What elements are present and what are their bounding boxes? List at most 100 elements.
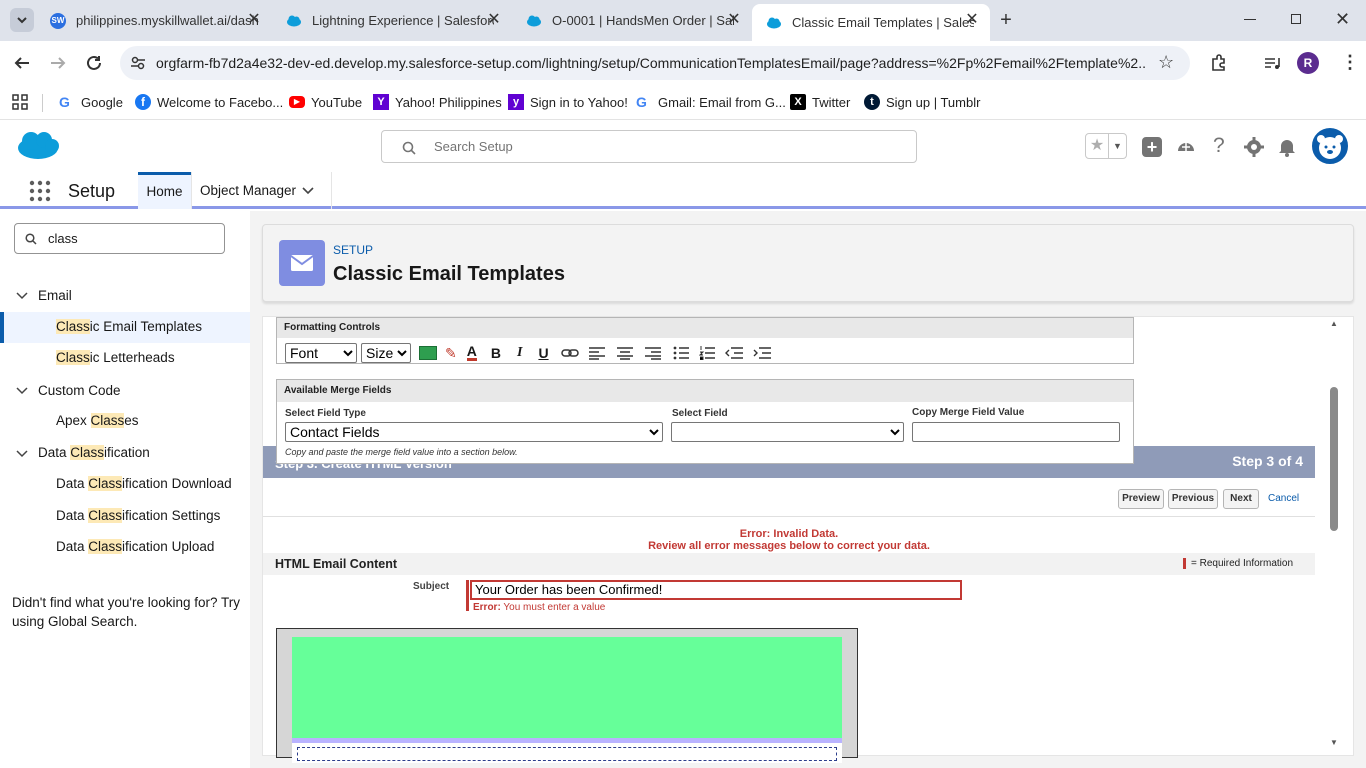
link-icon[interactable] xyxy=(560,347,579,359)
outdent-icon[interactable] xyxy=(724,346,743,360)
help-icon[interactable]: ? xyxy=(1213,134,1225,158)
tree-item-dc-upload[interactable]: Data Classification Upload xyxy=(56,539,214,554)
scrollbar-thumb[interactable] xyxy=(1330,387,1338,531)
gear-icon[interactable] xyxy=(1244,137,1264,157)
favorites-button[interactable]: ★ ▼ xyxy=(1085,133,1127,159)
reload-icon[interactable] xyxy=(85,54,103,72)
close-window-icon[interactable]: ✕ xyxy=(1335,9,1350,30)
tab-search-button[interactable] xyxy=(10,8,34,32)
browser-tab-2[interactable]: Lightning Experience | Salesforce ✕ xyxy=(272,0,512,41)
formatting-toolbar: Font Size ✎ A B I U xyxy=(285,343,771,363)
restore-icon[interactable] xyxy=(1291,14,1301,24)
scrollbar[interactable]: ▲ ▼ xyxy=(1327,317,1341,755)
bold-icon[interactable]: B xyxy=(491,345,501,361)
setup-search-input[interactable]: Search Setup xyxy=(381,130,917,163)
tree-item-dc-settings[interactable]: Data Classification Settings xyxy=(56,508,220,523)
bookmark-yahoo-ph[interactable]: Y Yahoo! Philippines xyxy=(373,92,502,112)
nav-tab-home[interactable]: Home xyxy=(138,172,191,209)
font-select[interactable]: Font xyxy=(285,343,357,363)
forward-arrow-icon[interactable] xyxy=(49,54,67,72)
align-center-icon[interactable] xyxy=(616,346,633,360)
back-arrow-icon[interactable] xyxy=(13,54,31,72)
tree-item-classic-letterheads[interactable]: Classic Letterheads xyxy=(56,350,175,365)
new-tab-button[interactable]: + xyxy=(996,10,1016,30)
bookmark-label: Google xyxy=(81,94,123,110)
indent-icon[interactable] xyxy=(753,346,771,360)
page-eyebrow: SETUP xyxy=(333,243,374,257)
align-right-icon[interactable] xyxy=(644,346,661,360)
underline-icon[interactable]: U xyxy=(538,345,548,361)
tree-match: Class xyxy=(88,539,123,554)
browser-tab-4-active[interactable]: Classic Email Templates | Salesfo ✕ xyxy=(752,4,990,41)
italic-icon[interactable]: I xyxy=(517,345,522,361)
profile-avatar[interactable]: R xyxy=(1297,52,1319,74)
global-actions-icon[interactable]: + xyxy=(1142,137,1162,157)
browser-tab-1[interactable]: SW philippines.myskillwallet.ai/dash ✕ xyxy=(36,0,272,41)
background-color-icon[interactable]: ✎ xyxy=(445,345,457,362)
tree-item-apex-classes[interactable]: Apex Classes xyxy=(56,413,139,428)
close-tab-icon[interactable]: ✕ xyxy=(486,12,502,28)
tree-group-email[interactable]: Email xyxy=(38,288,72,303)
editable-region[interactable] xyxy=(297,747,837,761)
site-info-icon[interactable] xyxy=(130,55,146,71)
next-button[interactable]: Next xyxy=(1223,489,1259,509)
apps-grid-icon[interactable] xyxy=(12,94,28,110)
tree-group-data-classification[interactable]: Data Classification xyxy=(38,445,150,460)
no-results-hint: Didn't find what you're looking for? Try… xyxy=(12,595,241,629)
bookmark-yahoo-signin[interactable]: y Sign in to Yahoo! xyxy=(508,92,628,112)
close-tab-icon[interactable]: ✕ xyxy=(964,12,980,28)
font-color-icon[interactable]: A xyxy=(466,344,477,361)
template-body-block[interactable] xyxy=(292,743,842,763)
browser-menu-icon[interactable]: ⋮ xyxy=(1341,52,1359,73)
chevron-down-icon[interactable] xyxy=(16,386,28,396)
tree-group-custom-code[interactable]: Custom Code xyxy=(38,383,121,398)
numbered-list-icon[interactable] xyxy=(698,346,715,360)
quick-find-input[interactable]: class xyxy=(14,223,225,254)
close-tab-icon[interactable]: ✕ xyxy=(726,12,742,28)
preview-button[interactable]: Preview xyxy=(1118,489,1164,509)
tree-match: Class xyxy=(70,445,105,460)
chevron-down-icon[interactable] xyxy=(16,449,28,459)
notifications-bell-icon[interactable] xyxy=(1277,137,1297,157)
media-controls-icon[interactable] xyxy=(1263,54,1281,72)
trailhead-icon[interactable] xyxy=(1176,137,1196,157)
bookmark-youtube[interactable]: ▶ YouTube xyxy=(289,92,362,112)
field-type-select[interactable]: Contact Fields xyxy=(285,422,663,442)
user-avatar[interactable] xyxy=(1312,128,1348,164)
minimize-icon[interactable] xyxy=(1244,19,1256,20)
app-launcher-icon[interactable] xyxy=(29,180,51,202)
size-select[interactable]: Size xyxy=(361,343,411,363)
bookmark-star-icon[interactable]: ☆ xyxy=(1158,52,1174,73)
chevron-down-icon[interactable]: ▼ xyxy=(1108,134,1126,158)
bookmark-twitter[interactable]: X Twitter xyxy=(790,92,850,112)
bookmark-gmail[interactable]: G Gmail: Email from G... xyxy=(636,92,786,112)
search-icon xyxy=(25,233,37,245)
chevron-down-icon[interactable] xyxy=(16,291,28,301)
scroll-down-icon[interactable]: ▼ xyxy=(1330,738,1338,747)
select-field-select[interactable] xyxy=(671,422,904,442)
extensions-icon[interactable] xyxy=(1209,54,1227,72)
insert-image-icon[interactable] xyxy=(419,346,437,360)
template-header-block[interactable] xyxy=(292,637,842,738)
previous-button[interactable]: Previous xyxy=(1168,489,1218,509)
close-tab-icon[interactable]: ✕ xyxy=(246,12,262,28)
bookmark-tumblr[interactable]: t Sign up | Tumblr xyxy=(864,92,980,112)
cancel-link[interactable]: Cancel xyxy=(1268,493,1299,504)
browser-tab-3[interactable]: O-0001 | HandsMen Order | Sal ✕ xyxy=(512,0,752,41)
salesforce-logo[interactable] xyxy=(16,129,60,161)
address-bar[interactable]: orgfarm-fb7d2a4e32-dev-ed.develop.my.sal… xyxy=(120,46,1190,80)
main-content-area: SETUP Classic Email Templates Step 3. Cr… xyxy=(250,211,1366,768)
html-template-editor[interactable] xyxy=(276,628,858,763)
bookmark-facebook[interactable]: f Welcome to Facebo... xyxy=(135,92,283,112)
bookmark-google[interactable]: G Google xyxy=(59,92,123,112)
tree-item-classic-email-templates[interactable]: Classic Email Templates xyxy=(56,319,202,334)
subject-input[interactable]: Your Order has been Confirmed! xyxy=(470,580,962,600)
tree-item-dc-download[interactable]: Data Classification Download xyxy=(56,476,232,491)
nav-tab-object-manager[interactable]: Object Manager xyxy=(191,172,332,209)
x-icon: X xyxy=(790,94,806,110)
copy-merge-field-input[interactable] xyxy=(912,422,1120,442)
bulleted-list-icon[interactable] xyxy=(673,346,689,360)
align-left-icon[interactable] xyxy=(588,346,605,360)
scroll-up-icon[interactable]: ▲ xyxy=(1330,319,1338,328)
chevron-down-icon[interactable] xyxy=(302,186,314,196)
